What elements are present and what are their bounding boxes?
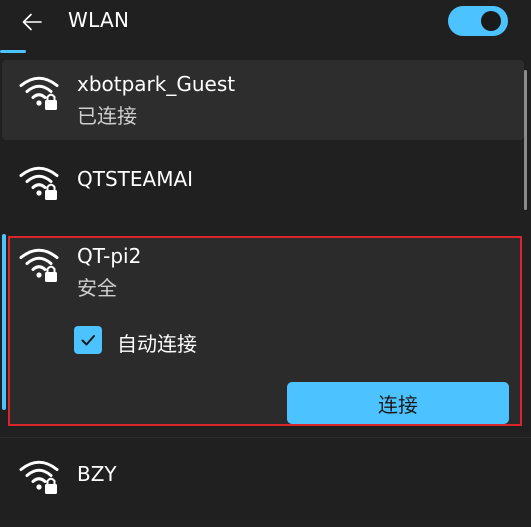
checkmark-icon <box>81 335 95 346</box>
scrollbar[interactable] <box>524 70 527 210</box>
selection-indicator <box>2 234 6 410</box>
page-title: WLAN <box>68 8 130 32</box>
wifi-secured-icon <box>19 76 59 110</box>
network-item-xbotpark-guest[interactable]: xbotpark_Guest 已连接 <box>2 60 524 140</box>
auto-connect-label: 自动连接 <box>117 332 197 356</box>
list-divider <box>0 437 531 438</box>
wifi-secured-icon <box>19 248 59 282</box>
network-name: QT-pi2 <box>77 244 142 268</box>
network-name: xbotpark_Guest <box>77 72 236 96</box>
network-item-bzy[interactable]: BZY <box>0 448 525 512</box>
network-status: 已连接 <box>77 104 137 128</box>
network-item-qtsteamai[interactable]: QTSTEAMAI <box>0 150 525 214</box>
connect-button[interactable]: 连接 <box>287 382 509 424</box>
arrow-left-icon <box>22 13 42 31</box>
toggle-knob <box>481 11 501 31</box>
wifi-secured-icon <box>19 166 59 200</box>
scan-progress-indicator <box>0 50 26 53</box>
network-name: BZY <box>77 462 117 486</box>
wifi-secured-icon <box>19 460 59 494</box>
network-item-qt-pi2-expanded[interactable]: QT-pi2 安全 自动连接 连接 <box>8 236 522 426</box>
auto-connect-checkbox[interactable] <box>74 326 102 354</box>
wlan-toggle[interactable] <box>448 6 508 36</box>
network-name: QTSTEAMAI <box>77 167 194 191</box>
header: WLAN <box>0 0 531 44</box>
network-status: 安全 <box>77 276 117 300</box>
back-button[interactable] <box>14 6 50 38</box>
wlan-panel: WLAN xbotpark_Guest 已连接 QTSTEAMAI QT-pi2… <box>0 0 531 527</box>
